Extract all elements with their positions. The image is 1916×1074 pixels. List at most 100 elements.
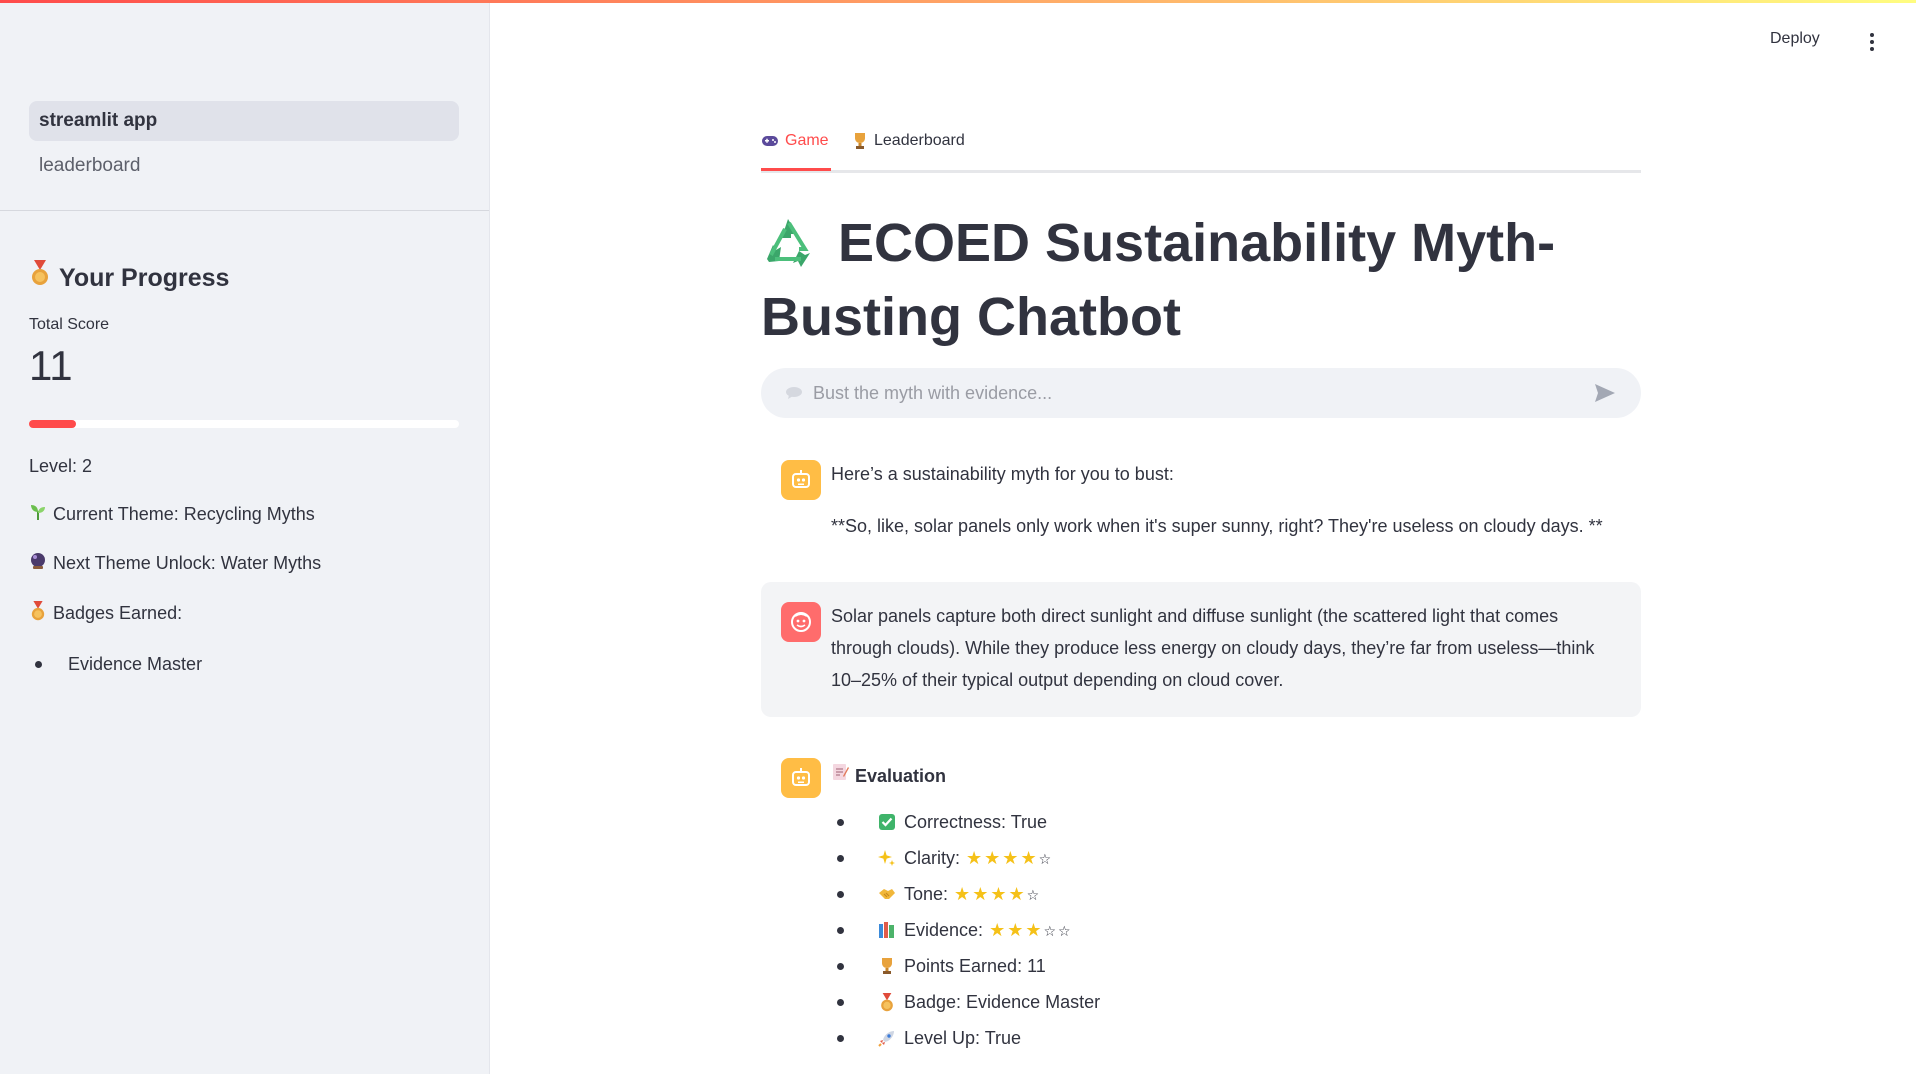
empty-star-icon: ☆	[1043, 922, 1059, 939]
bullet	[837, 998, 844, 1006]
chat-input-container	[761, 368, 1641, 418]
total-score-value: 11	[29, 342, 73, 389]
user-response-text: Solar panels capture both direct sunligh…	[831, 606, 1595, 690]
chat-input[interactable]	[811, 381, 1575, 405]
deploy-button[interactable]: Deploy	[1770, 30, 1820, 48]
evaluation-heading-text: Evaluation	[855, 766, 947, 786]
bot-avatar-icon	[781, 758, 821, 798]
current-theme-text: Current Theme: Recycling Myths	[53, 504, 315, 524]
myth-statement-text: **So, like, solar panels only work when …	[831, 516, 1603, 536]
star-rating: ★★★☆☆	[989, 914, 1073, 947]
filled-star-icon: ★	[989, 919, 1008, 940]
speech-bubble-icon	[785, 386, 803, 400]
evaluation-item-text: Points Earned: 11	[904, 956, 1046, 976]
bullet	[35, 661, 42, 668]
bullet	[837, 818, 844, 826]
trophy-icon	[876, 957, 898, 975]
filled-star-icon: ★	[990, 883, 1009, 904]
rocket-icon	[876, 1029, 898, 1047]
bullet	[837, 962, 844, 970]
badge-name: Evidence Master	[68, 654, 203, 674]
myth-intro-text: Here’s a sustainability myth for you to …	[831, 464, 1174, 484]
recycle-icon	[761, 215, 823, 284]
bullet	[837, 890, 844, 898]
evaluation-item-text: Tone:	[904, 884, 949, 904]
sidebar-item-streamlit-app[interactable]: streamlit app	[29, 101, 459, 141]
progress-heading: Your Progress	[29, 260, 459, 296]
game-controller-icon	[761, 128, 779, 168]
crystal-ball-icon	[29, 552, 47, 575]
chat-message-evaluation: Evaluation Correctness: True Clarity: ★★★★…	[761, 754, 1641, 1074]
evaluation-item: Points Earned: 11	[831, 948, 1621, 984]
books-icon	[876, 921, 898, 939]
badge-list-item: Evidence Master	[29, 654, 459, 675]
evaluation-heading: Evaluation	[831, 760, 1621, 792]
evaluation-list: Correctness: True Clarity: ★★★★☆ Tone: ★★★★☆…	[831, 804, 1621, 1056]
filled-star-icon: ★	[1025, 919, 1044, 940]
evaluation-item: Badge: Evidence Master	[831, 984, 1621, 1020]
progress-section: Your Progress Total Score 11 Level: 2 Cu…	[29, 260, 459, 675]
badges-earned-row: Badges Earned:	[29, 601, 459, 626]
tab-game-label: Game	[785, 132, 829, 149]
evaluation-list-container: Correctness: True Clarity: ★★★★☆ Tone: ★★★★☆…	[831, 804, 1621, 1056]
level-text: Level: 2	[29, 456, 93, 476]
sidebar: streamlit app leaderboard Your Progress …	[0, 0, 490, 1074]
seedling-icon	[29, 503, 47, 526]
medal-icon	[876, 992, 898, 1012]
sidebar-item-leaderboard[interactable]: leaderboard	[29, 146, 459, 186]
bot-avatar-icon	[781, 460, 821, 500]
filled-star-icon: ★	[954, 883, 973, 904]
bullet	[837, 854, 844, 862]
user-avatar-icon	[781, 602, 821, 642]
filled-star-icon: ★	[1008, 883, 1027, 904]
medal-icon	[29, 260, 51, 296]
progress-bar-fill	[29, 420, 76, 428]
tab-bar: Game Leaderboard	[761, 128, 1641, 173]
filled-star-icon: ★	[984, 847, 1003, 868]
next-theme-row: Next Theme Unlock: Water Myths	[29, 552, 459, 575]
trophy-icon	[852, 128, 868, 168]
page-title: ECOED Sustainability Myth-Busting Chatbo…	[761, 210, 1641, 350]
chat-message-user: Solar panels capture both direct sunligh…	[761, 582, 1641, 717]
progress-bar	[29, 420, 459, 428]
filled-star-icon: ★	[966, 847, 985, 868]
current-theme-row: Current Theme: Recycling Myths	[29, 503, 459, 526]
evaluation-item: Tone: ★★★★☆	[831, 876, 1621, 912]
evaluation-item-text: Level Up: True	[904, 1028, 1022, 1048]
sidebar-divider	[0, 210, 489, 211]
top-decoration-bar	[0, 0, 1916, 3]
evaluation-item: Level Up: True	[831, 1020, 1621, 1056]
medal-icon	[29, 601, 47, 626]
handshake-icon	[876, 886, 898, 902]
check-icon	[876, 813, 898, 831]
evaluation-item-text: Clarity:	[904, 848, 961, 868]
chat-message-assistant: Here’s a sustainability myth for you to …	[761, 448, 1641, 548]
evaluation-item-text: Correctness: True	[904, 812, 1048, 832]
sidebar-nav: streamlit app leaderboard	[29, 101, 459, 191]
bullet	[837, 1034, 844, 1042]
evaluation-item: Clarity: ★★★★☆	[831, 840, 1621, 876]
star-rating: ★★★★☆	[954, 878, 1041, 911]
memo-icon	[831, 760, 849, 792]
evaluation-item: Evidence: ★★★☆☆	[831, 912, 1621, 948]
evaluation-item: Correctness: True	[831, 804, 1621, 840]
filled-star-icon: ★	[1002, 847, 1021, 868]
empty-star-icon: ☆	[1058, 922, 1073, 939]
send-icon[interactable]	[1593, 381, 1617, 405]
star-rating: ★★★★☆	[966, 842, 1053, 875]
badges-earned-label: Badges Earned:	[53, 603, 183, 623]
empty-star-icon: ☆	[1026, 886, 1042, 903]
main-menu-icon[interactable]	[1862, 30, 1882, 56]
page-title-text: ECOED Sustainability Myth-Busting Chatbo…	[761, 213, 1556, 347]
tab-game[interactable]: Game	[761, 128, 831, 171]
evaluation-item-text: Evidence:	[904, 920, 984, 940]
filled-star-icon: ★	[1020, 847, 1039, 868]
next-theme-text: Next Theme Unlock: Water Myths	[53, 553, 322, 573]
tab-leaderboard-label: Leaderboard	[874, 132, 965, 149]
empty-star-icon: ☆	[1038, 850, 1054, 867]
filled-star-icon: ★	[972, 883, 991, 904]
tab-leaderboard[interactable]: Leaderboard	[852, 128, 965, 168]
bullet	[837, 926, 844, 934]
filled-star-icon: ★	[1007, 919, 1026, 940]
sparkles-icon	[876, 849, 898, 867]
